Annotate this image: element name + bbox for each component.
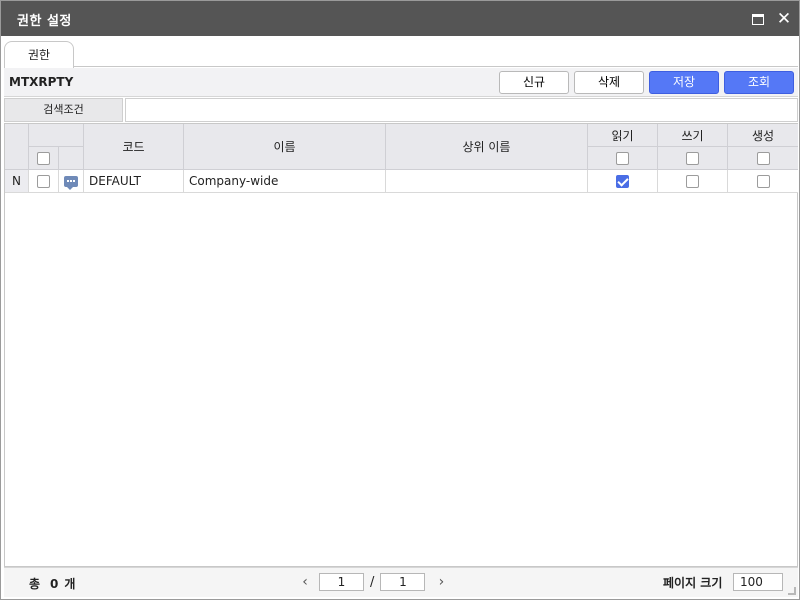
header-read-all-cell <box>588 147 658 170</box>
row-select-checkbox[interactable] <box>37 174 50 188</box>
row-code[interactable]: DEFAULT <box>84 170 184 193</box>
header-create[interactable]: 생성 <box>728 124 798 147</box>
header-read[interactable]: 읽기 <box>588 124 658 147</box>
header-name[interactable]: 이름 <box>184 124 386 170</box>
header-write-all-cell <box>658 147 728 170</box>
grid-footer: 총0개 ‹ 1 / 1 › 페이지 크기 100 <box>4 567 798 597</box>
title-bar: 권한 설정 ✕ <box>1 1 799 36</box>
tab-bar: 권한 <box>1 36 799 68</box>
tab-permission[interactable]: 권한 <box>4 41 74 68</box>
save-button[interactable]: 저장 <box>649 71 719 94</box>
page-size-select[interactable]: 100 <box>733 573 783 591</box>
row-select-cell <box>29 170 59 193</box>
tab-divider <box>4 66 798 67</box>
row-name[interactable]: Company-wide <box>184 170 386 193</box>
row-memo-cell <box>59 170 84 193</box>
memo-icon[interactable] <box>64 175 78 190</box>
toolbar: MTXRPTY 신규 삭제 저장 조회 <box>4 68 798 97</box>
row-create-cell <box>728 170 798 193</box>
current-page-input[interactable]: 1 <box>319 573 364 591</box>
row-parent-name[interactable] <box>386 170 588 193</box>
header-write[interactable]: 쓰기 <box>658 124 728 147</box>
header-create-all-cell <box>728 147 798 170</box>
total-count-value: 0 <box>50 577 59 591</box>
row-status: N <box>5 170 29 193</box>
permission-grid: 코드 이름 상위 이름 읽기 쓰기 생성 N DEFAULT Company-w… <box>4 123 798 567</box>
total-suffix: 개 <box>64 577 76 591</box>
header-parent-name[interactable]: 상위 이름 <box>386 124 588 170</box>
total-count: 총0개 <box>29 575 75 592</box>
delete-button[interactable]: 삭제 <box>574 71 644 94</box>
pagination: ‹ 1 / 1 › <box>299 572 447 592</box>
row-read-cell <box>588 170 658 193</box>
close-icon[interactable]: ✕ <box>775 10 793 28</box>
header-memo-cell <box>59 147 84 170</box>
row-write-cell <box>658 170 728 193</box>
total-pages-field: 1 <box>380 573 426 591</box>
new-button[interactable]: 신규 <box>499 71 569 94</box>
write-all-checkbox[interactable] <box>686 151 699 165</box>
read-all-checkbox[interactable] <box>616 151 629 165</box>
page-size-label: 페이지 크기 <box>663 576 723 590</box>
row-write-checkbox[interactable] <box>686 174 699 188</box>
header-select-all-cell <box>29 147 59 170</box>
maximize-icon[interactable] <box>749 10 767 28</box>
search-button[interactable]: 조회 <box>724 71 794 94</box>
row-create-checkbox[interactable] <box>756 174 770 188</box>
select-all-checkbox[interactable] <box>37 151 50 165</box>
resize-grip-icon[interactable] <box>788 587 796 595</box>
search-condition-label: 검색조건 <box>4 98 123 122</box>
header-code[interactable]: 코드 <box>84 124 184 170</box>
chevron-left-icon[interactable]: ‹ <box>299 574 311 590</box>
header-status <box>5 124 29 170</box>
chevron-right-icon[interactable]: › <box>435 574 447 590</box>
header-select-blank <box>29 124 84 147</box>
search-condition-input[interactable] <box>125 98 798 122</box>
window-title: 권한 설정 <box>17 14 72 29</box>
create-all-checkbox[interactable] <box>756 151 770 165</box>
total-prefix: 총 <box>29 577 41 591</box>
permission-settings-window: 권한 설정 ✕ 권한 MTXRPTY 신규 삭제 저장 조회 검색조건 코드 이… <box>0 0 800 600</box>
program-code-label: MTXRPTY <box>9 75 74 89</box>
page-separator: / <box>370 574 375 590</box>
search-condition-row: 검색조건 <box>4 98 798 122</box>
row-read-checkbox[interactable] <box>616 174 629 188</box>
